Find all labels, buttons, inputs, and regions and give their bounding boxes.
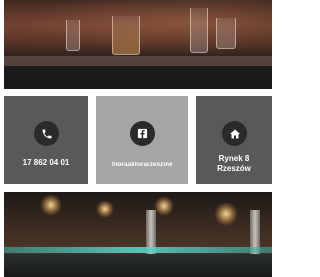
facebook-icon <box>130 121 155 146</box>
phone-tile[interactable]: 17 862 04 01 <box>4 96 88 184</box>
interior-photo <box>4 192 272 277</box>
facebook-handle: /noraaktorarzeszow <box>111 161 173 168</box>
ceiling-lamp <box>96 200 114 218</box>
address-tile[interactable]: Rynek 8 Rzeszów <box>196 96 272 184</box>
teal-light-strip <box>4 247 272 253</box>
glass <box>66 20 80 51</box>
glass <box>216 18 236 49</box>
ceiling-lamp <box>154 196 174 216</box>
facebook-tile[interactable]: /noraaktorarzeszow <box>96 96 188 184</box>
photo-shadow <box>4 66 272 89</box>
phone-number: 17 862 04 01 <box>22 158 70 167</box>
hero-photo-drinks <box>4 0 272 89</box>
table-surface <box>4 56 272 66</box>
whisky-glass <box>112 16 140 55</box>
ceiling-lamp <box>214 202 238 226</box>
phone-icon <box>34 121 59 146</box>
address-text: Rynek 8 Rzeszów <box>196 154 272 174</box>
floor <box>4 254 272 277</box>
glass <box>190 8 208 53</box>
address-line-1: Rynek 8 <box>218 154 250 163</box>
contact-tiles: 17 862 04 01 /noraaktorarzeszow Rynek 8 … <box>4 96 272 184</box>
home-icon <box>222 121 247 146</box>
address-line-2: Rzeszów <box>217 164 251 173</box>
ceiling-lamp <box>40 194 62 216</box>
